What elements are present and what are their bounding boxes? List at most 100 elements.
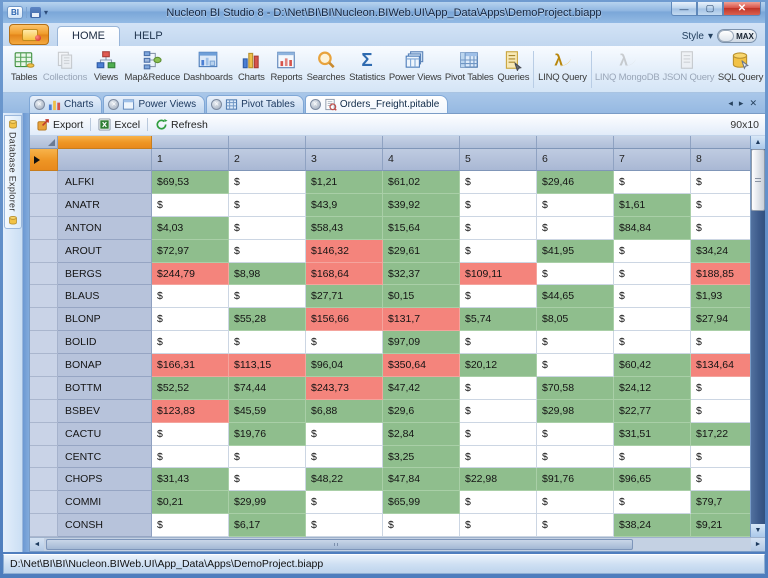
column-header[interactable]: 8	[691, 149, 750, 171]
grid-cell[interactable]: $	[614, 331, 691, 354]
grid-cell[interactable]: $84,84	[614, 216, 691, 240]
grid-cell[interactable]: $	[691, 216, 750, 240]
row-header[interactable]: CHOPS	[58, 468, 152, 492]
grid-cell[interactable]: $	[306, 445, 383, 469]
scroll-right-icon[interactable]: ►	[751, 538, 765, 551]
row-header[interactable]: BLAUS	[58, 285, 152, 309]
grid-cell[interactable]: $	[152, 445, 229, 469]
column-header[interactable]: 5	[460, 149, 537, 171]
row-marker-cell[interactable]	[30, 331, 58, 354]
grid-cell[interactable]: $24,12	[614, 376, 691, 400]
column-header[interactable]: 7	[614, 149, 691, 171]
grid-cell[interactable]: $8,98	[229, 262, 306, 286]
save-icon[interactable]	[30, 7, 41, 18]
row-marker-cell[interactable]	[30, 445, 58, 469]
grid-cell[interactable]: $29,98	[537, 399, 614, 423]
grid-cell[interactable]: $	[691, 445, 750, 469]
grid-cell[interactable]: $	[460, 514, 537, 537]
grid-cell[interactable]: $32,37	[383, 262, 460, 286]
ribbon-item-dashboards[interactable]: Dashboards	[182, 48, 235, 91]
grid-cell[interactable]: $20,12	[460, 354, 537, 377]
grid-cell[interactable]: $97,09	[383, 331, 460, 354]
grid-cell[interactable]: $96,04	[306, 354, 383, 377]
scroll-down-icon[interactable]: ▼	[751, 524, 765, 537]
grid-cell[interactable]: $	[229, 193, 306, 217]
row-marker-cell[interactable]	[30, 216, 58, 240]
ribbon-item-views[interactable]: Views	[89, 48, 123, 91]
grid-cell[interactable]: $61,02	[383, 171, 460, 194]
grid-cell[interactable]: $5,74	[460, 308, 537, 332]
maximize-button[interactable]: ▢	[697, 2, 723, 16]
style-caret-icon[interactable]: ▾	[708, 31, 713, 42]
ribbon-item-map-reduce[interactable]: Map&Reduce	[123, 48, 182, 91]
grid-cell[interactable]: $55,28	[229, 308, 306, 332]
horizontal-scroll-thumb[interactable]	[46, 539, 633, 550]
grid-cell[interactable]: $1,21	[306, 171, 383, 194]
row-dimension-header[interactable]	[58, 136, 152, 149]
grid-cell[interactable]: $3,25	[383, 445, 460, 469]
vertical-scrollbar[interactable]: ▲ ▼	[750, 136, 765, 537]
grid-cell[interactable]: $65,99	[383, 491, 460, 515]
grid-cell[interactable]: $113,15	[229, 354, 306, 377]
grid-cell[interactable]: $0,21	[152, 491, 229, 515]
grid-cell[interactable]: $38,24	[614, 514, 691, 537]
ribbon-item-power-views[interactable]: Power Views	[387, 48, 443, 91]
row-header[interactable]: BSBEV	[58, 399, 152, 423]
grid-cell[interactable]: $27,71	[306, 285, 383, 309]
ribbon-item-json-query[interactable]: JSON Query	[661, 48, 716, 91]
tab-close-icon[interactable]: ✕	[211, 99, 223, 110]
grid-cell[interactable]: $	[229, 216, 306, 240]
grid-cell[interactable]: $58,43	[306, 216, 383, 240]
grid-corner-cell[interactable]	[30, 136, 58, 149]
grid-cell[interactable]: $31,51	[614, 422, 691, 446]
horizontal-scroll-track[interactable]	[44, 538, 751, 551]
row-marker-cell[interactable]	[30, 422, 58, 446]
row-header[interactable]: ANTON	[58, 216, 152, 240]
row-header[interactable]: CONSH	[58, 514, 152, 537]
grid-cell[interactable]: $	[229, 445, 306, 469]
grid-cell[interactable]: $	[691, 193, 750, 217]
vertical-scroll-thumb[interactable]	[751, 149, 765, 211]
grid-cell[interactable]: $	[460, 171, 537, 194]
grid-cell[interactable]: $29,46	[537, 171, 614, 194]
grid-cell[interactable]: $	[229, 331, 306, 354]
grid-cell[interactable]: $	[460, 331, 537, 354]
grid-cell[interactable]: $	[537, 491, 614, 515]
row-marker-cell[interactable]	[30, 354, 58, 377]
grid-cell[interactable]: $	[537, 331, 614, 354]
grid-cell[interactable]: $	[152, 285, 229, 309]
column-header[interactable]: 6	[537, 149, 614, 171]
grid-cell[interactable]: $	[537, 514, 614, 537]
grid-cell[interactable]: $	[691, 399, 750, 423]
grid-cell[interactable]: $	[691, 171, 750, 194]
doc-tab-orders-freight[interactable]: ✕ Orders_Freight.pitable	[304, 95, 449, 113]
row-header[interactable]: BERGS	[58, 262, 152, 286]
ribbon-item-tables[interactable]: Tables	[7, 48, 41, 91]
grid-cell[interactable]: $	[229, 239, 306, 263]
export-button[interactable]: Export	[34, 117, 86, 132]
grid-cell[interactable]: $70,58	[537, 376, 614, 400]
grid-cell[interactable]: $29,99	[229, 491, 306, 515]
row-label-header[interactable]	[58, 149, 152, 171]
grid-cell[interactable]: $	[537, 262, 614, 286]
ribbon-item-collections[interactable]: Collections	[41, 48, 89, 91]
grid-cell[interactable]: $	[460, 399, 537, 423]
grid-cell[interactable]: $22,77	[614, 399, 691, 423]
grid-cell[interactable]: $	[614, 491, 691, 515]
tab-close-icon[interactable]: ✕	[108, 99, 120, 110]
row-indicator-cell[interactable]	[30, 149, 58, 171]
grid-cell[interactable]: $39,92	[383, 193, 460, 217]
grid-cell[interactable]: $8,05	[537, 308, 614, 332]
refresh-button[interactable]: Refresh	[152, 117, 211, 132]
grid-cell[interactable]: $	[537, 445, 614, 469]
vertical-scroll-track[interactable]	[751, 149, 765, 524]
close-button[interactable]: ✕	[723, 2, 761, 16]
grid-cell[interactable]: $72,97	[152, 239, 229, 263]
tab-close-icon[interactable]: ✕	[309, 99, 321, 110]
row-header[interactable]: BOLID	[58, 331, 152, 354]
grid-cell[interactable]: $1,61	[614, 193, 691, 217]
row-marker-cell[interactable]	[30, 308, 58, 332]
grid-cell[interactable]: $47,42	[383, 376, 460, 400]
ribbon-item-sql-query[interactable]: SQL Query	[716, 48, 765, 91]
grid-cell[interactable]: $44,65	[537, 285, 614, 309]
